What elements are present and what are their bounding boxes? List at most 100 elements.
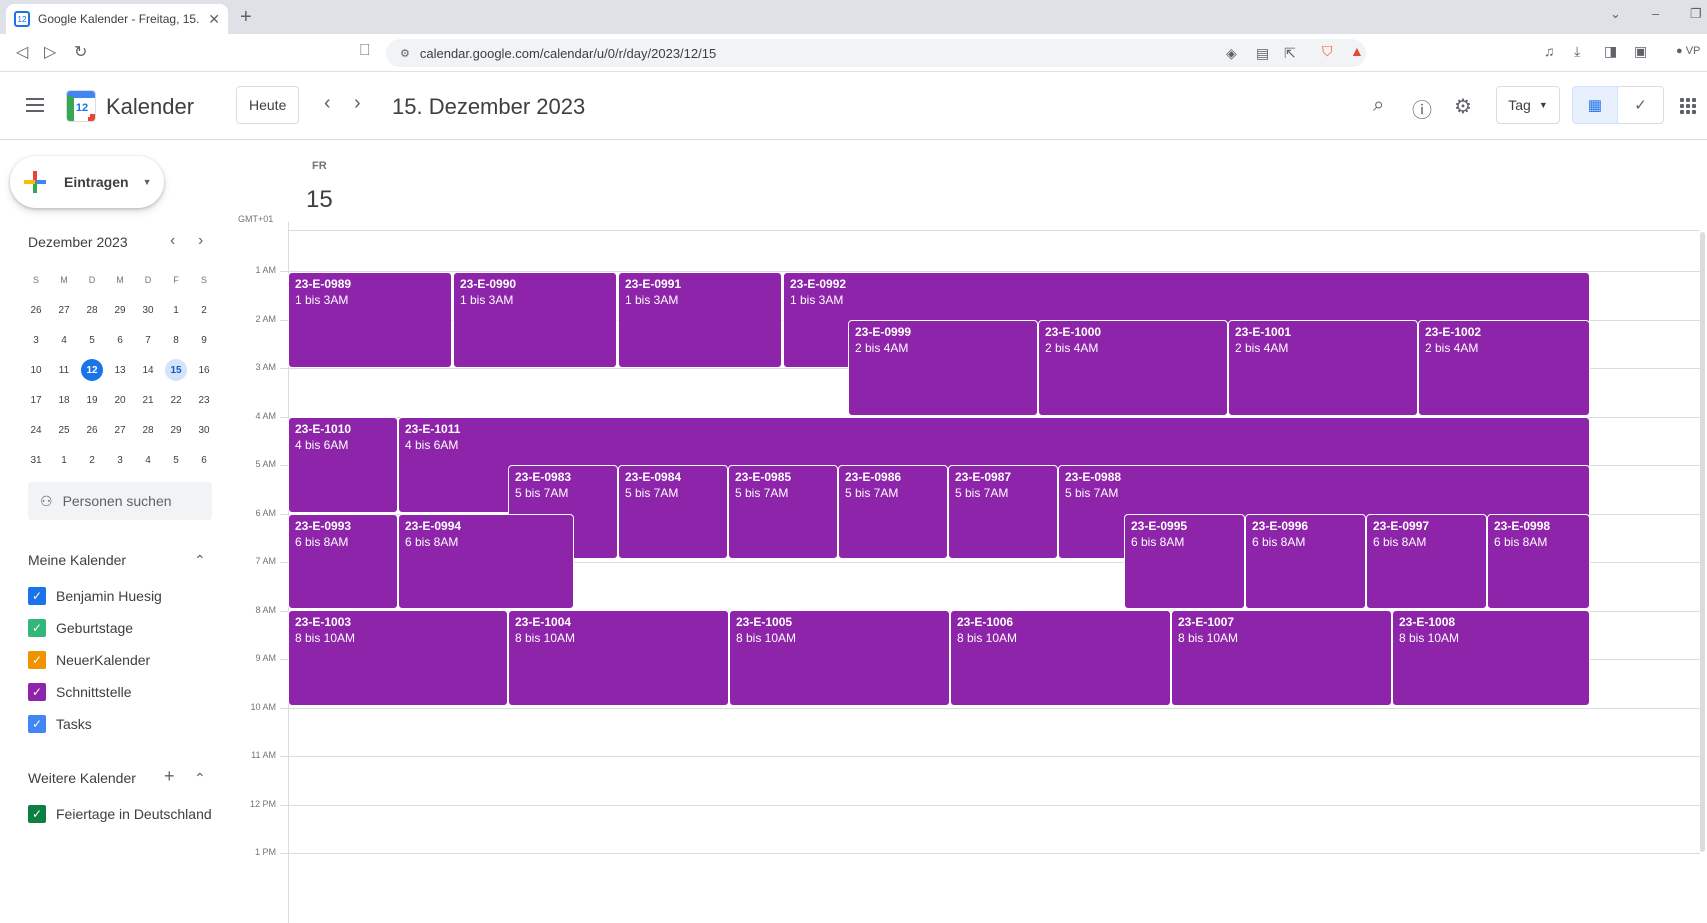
checkbox-checked-icon[interactable]: ✓: [28, 587, 46, 605]
calendar-event[interactable]: 23-E-1008 8 bis 10AM: [1392, 610, 1590, 706]
mini-day[interactable]: 4: [134, 445, 162, 475]
calendar-event[interactable]: 23-E-1007 8 bis 10AM: [1171, 610, 1392, 706]
browser-tab[interactable]: 12 Google Kalender - Freitag, 15. De ✕: [6, 4, 228, 34]
mini-day[interactable]: 5: [162, 445, 190, 475]
mini-day[interactable]: 5: [78, 325, 106, 355]
calendar-event[interactable]: 23-E-0994 6 bis 8AM: [398, 514, 574, 609]
mini-day[interactable]: 30: [190, 415, 218, 445]
mini-day[interactable]: 3: [22, 325, 50, 355]
mini-day[interactable]: 26: [22, 295, 50, 325]
mini-day[interactable]: 12: [78, 355, 106, 385]
calendar-logo-icon[interactable]: 12: [66, 90, 96, 122]
calendar-item[interactable]: ✓ Tasks: [28, 715, 92, 733]
calendar-event[interactable]: 23-E-1001 2 bis 4AM: [1228, 320, 1418, 416]
brave-rewards-icon[interactable]: ▲: [1350, 43, 1364, 59]
checkbox-checked-icon[interactable]: ✓: [28, 805, 46, 823]
calendar-event[interactable]: 23-E-0985 5 bis 7AM: [728, 465, 838, 559]
tab-close-icon[interactable]: ✕: [208, 11, 220, 28]
brave-shield-icon[interactable]: ⛉: [1322, 43, 1333, 60]
mini-day[interactable]: 8: [162, 325, 190, 355]
chevron-up-icon[interactable]: ⌃: [194, 552, 206, 569]
mini-day[interactable]: 20: [106, 385, 134, 415]
calendar-event[interactable]: 23-E-0986 5 bis 7AM: [838, 465, 948, 559]
mini-day[interactable]: 29: [106, 295, 134, 325]
calendar-event[interactable]: 23-E-1000 2 bis 4AM: [1038, 320, 1228, 416]
mini-day[interactable]: 10: [22, 355, 50, 385]
mini-day[interactable]: 2: [190, 295, 218, 325]
calendar-event[interactable]: 23-E-1005 8 bis 10AM: [729, 610, 950, 706]
mini-day[interactable]: 29: [162, 415, 190, 445]
back-icon[interactable]: ◁: [16, 42, 28, 62]
settings-gear-icon[interactable]: ⚙: [1454, 94, 1472, 119]
calendar-event[interactable]: 23-E-0996 6 bis 8AM: [1245, 514, 1366, 609]
mini-day[interactable]: 27: [106, 415, 134, 445]
checkbox-checked-icon[interactable]: ✓: [28, 715, 46, 733]
view-switcher[interactable]: Tag ▼: [1496, 86, 1560, 124]
people-search-input[interactable]: ⚇ Personen suchen: [28, 482, 212, 520]
new-tab-icon[interactable]: +: [240, 6, 252, 29]
calendar-event[interactable]: 23-E-1010 4 bis 6AM: [288, 417, 398, 513]
mini-day[interactable]: 3: [106, 445, 134, 475]
calendar-event[interactable]: 23-E-0990 1 bis 3AM: [453, 272, 617, 368]
site-info-icon[interactable]: ⚙: [400, 47, 410, 60]
reload-icon[interactable]: ↻: [74, 42, 87, 62]
mini-day[interactable]: 7: [134, 325, 162, 355]
help-icon[interactable]: ⓘ: [1412, 94, 1432, 123]
mini-day[interactable]: 28: [78, 295, 106, 325]
calendar-event[interactable]: 23-E-0999 2 bis 4AM: [848, 320, 1038, 416]
mini-next-month-icon[interactable]: ›: [198, 232, 203, 250]
search-icon[interactable]: ⌕: [1373, 94, 1384, 117]
mini-day[interactable]: 18: [50, 385, 78, 415]
mini-day[interactable]: 1: [50, 445, 78, 475]
mini-day[interactable]: 2: [78, 445, 106, 475]
mini-day[interactable]: 28: [134, 415, 162, 445]
mini-day[interactable]: 24: [22, 415, 50, 445]
checkbox-checked-icon[interactable]: ✓: [28, 651, 46, 669]
mini-day[interactable]: 9: [190, 325, 218, 355]
mini-day[interactable]: 30: [134, 295, 162, 325]
calendar-event[interactable]: 23-E-1002 2 bis 4AM: [1418, 320, 1590, 416]
mini-day[interactable]: 26: [78, 415, 106, 445]
next-day-icon[interactable]: ›: [354, 92, 361, 115]
reader-icon[interactable]: ▤: [1256, 39, 1269, 67]
calendar-event[interactable]: 23-E-1003 8 bis 10AM: [288, 610, 508, 706]
mini-day[interactable]: 6: [190, 445, 218, 475]
mini-day[interactable]: 17: [22, 385, 50, 415]
checkbox-checked-icon[interactable]: ✓: [28, 683, 46, 701]
calendar-event[interactable]: 23-E-1006 8 bis 10AM: [950, 610, 1171, 706]
app-title[interactable]: Kalender: [106, 94, 194, 120]
calendar-item[interactable]: ✓ Geburtstage: [28, 619, 133, 637]
mini-day[interactable]: 11: [50, 355, 78, 385]
wallet-icon[interactable]: ▣: [1634, 43, 1647, 60]
mini-day[interactable]: 22: [162, 385, 190, 415]
media-icon[interactable]: ♫: [1544, 43, 1555, 59]
lens-icon[interactable]: ◈: [1226, 39, 1237, 67]
scrollbar[interactable]: [1700, 232, 1705, 852]
share-icon[interactable]: ⇱: [1284, 39, 1296, 67]
mini-day[interactable]: 14: [134, 355, 162, 385]
minimize-icon[interactable]: –: [1652, 6, 1659, 21]
vpn-button[interactable]: ● VP: [1676, 45, 1700, 57]
mini-day[interactable]: 6: [106, 325, 134, 355]
checkbox-checked-icon[interactable]: ✓: [28, 619, 46, 637]
mini-day[interactable]: 13: [106, 355, 134, 385]
calendar-event[interactable]: 23-E-1004 8 bis 10AM: [508, 610, 729, 706]
tasks-view-toggle-icon[interactable]: ✓: [1618, 86, 1664, 124]
mini-day[interactable]: 15: [162, 355, 190, 385]
add-calendar-icon[interactable]: +: [164, 766, 175, 787]
calendar-item[interactable]: ✓ Feiertage in Deutschland: [28, 805, 212, 823]
my-calendars-heading[interactable]: Meine Kalender: [28, 552, 126, 568]
mini-day[interactable]: 25: [50, 415, 78, 445]
mini-day[interactable]: 27: [50, 295, 78, 325]
sidebar-toggle-icon[interactable]: ◨: [1604, 43, 1617, 60]
mini-day[interactable]: 4: [50, 325, 78, 355]
calendar-item[interactable]: ✓ NeuerKalender: [28, 651, 150, 669]
downloads-icon[interactable]: ⤓: [1574, 43, 1580, 60]
mini-day[interactable]: 16: [190, 355, 218, 385]
calendar-view-toggle-icon[interactable]: ▦: [1572, 86, 1618, 124]
forward-icon[interactable]: ▷: [44, 42, 56, 62]
mini-prev-month-icon[interactable]: ‹: [170, 232, 175, 250]
bookmark-icon[interactable]: ⎕: [360, 42, 370, 60]
day-number[interactable]: 15: [306, 186, 333, 214]
calendar-item[interactable]: ✓ Schnittstelle: [28, 683, 131, 701]
